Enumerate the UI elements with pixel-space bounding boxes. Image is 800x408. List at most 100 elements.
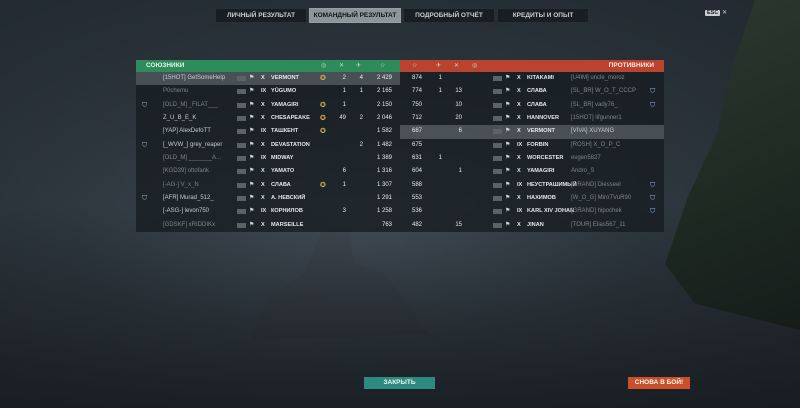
- nation-flag-icon: ⚑: [249, 208, 255, 215]
- ship-tier: X: [517, 88, 521, 95]
- nation-flag-icon: ⚑: [249, 168, 255, 175]
- ship-name: VERMONT: [527, 128, 555, 135]
- player-name[interactable]: [W_O_G] MiroTVuR90: [571, 192, 641, 205]
- nation-flag-icon: ⚑: [249, 115, 255, 122]
- xp-value: 631: [411, 155, 422, 162]
- ship-class-icon: [237, 76, 246, 81]
- enemy-row[interactable]: 604 1 ⚑ X YAMAGIRI Andro_S: [400, 165, 664, 178]
- division-icon: ⛉: [142, 101, 148, 109]
- ally-row[interactable]: P0chemu ⚑ IX YŪGUMO 1 1 2 165: [136, 85, 400, 98]
- xp-column-icon: ☆: [380, 63, 386, 69]
- ship-name: MIDWAY: [271, 155, 294, 162]
- ally-row[interactable]: [-AG-] V_x_N ⚑ X СЛАВА ✪ 1 1 307: [136, 179, 400, 192]
- ally-row[interactable]: [YAP] AlexDefoTT ⚑ IX ТАШКЕНТ ✪ 1 582: [136, 125, 400, 138]
- tab-credits-xp[interactable]: КРЕДИТЫ И ОПЫТ: [497, 8, 589, 23]
- player-name[interactable]: [VIVA] XUYANG: [571, 125, 641, 138]
- enemy-row[interactable]: 553 ⚑ X НАХИМОВ [W_O_G] MiroTVuR90 ⛉: [400, 192, 664, 205]
- player-name[interactable]: [AFR] Murad_512_: [163, 192, 238, 205]
- player-name[interactable]: Andro_S: [571, 165, 641, 178]
- ship-class-icon: [237, 156, 246, 162]
- ship-class-icon: [237, 222, 246, 228]
- xp-value: 712: [411, 115, 422, 122]
- enemy-row[interactable]: 750 10 ⚑ X СЛАВА [SL_BR] vady76_ ⛉: [400, 99, 664, 112]
- ally-row[interactable]: ⛉ [AFR] Murad_512_ ⚑ X A. НЕВСКИЙ 1 291: [136, 192, 400, 205]
- player-name[interactable]: [SL_BR] vady76_: [571, 99, 641, 112]
- close-icon[interactable]: ✕: [722, 10, 727, 16]
- player-name[interactable]: [SL_BR] W_O_T_СССР: [571, 85, 641, 98]
- xp-value: 1 307: [376, 181, 392, 188]
- player-name[interactable]: P0chemu: [163, 85, 238, 98]
- tab-detailed-report[interactable]: ПОДРОБНЫЙ ОТЧЁТ: [403, 8, 495, 23]
- ally-row[interactable]: [KGD39] ottofank ⚑ X YAMATO 6 1 316: [136, 165, 400, 178]
- ship-name: НЕУСТРАШИМЫЙ: [527, 181, 577, 188]
- ship-name: VERMONT: [271, 75, 299, 81]
- medal-column-icon: ◎: [321, 63, 327, 69]
- battle-again-button[interactable]: СНОВА В БОЙ!: [628, 377, 690, 389]
- ally-row[interactable]: ⛉ [OLD_M] _FILAT___ ⚑ X YAMAGIRI ✪ 1 2 150: [136, 99, 400, 112]
- nation-flag-icon: ⚑: [249, 221, 255, 228]
- player-name[interactable]: [GDSKF] xRIDDIKx: [163, 219, 238, 232]
- enemy-row[interactable]: 874 1 ⚑ X KITAKAMI [U4IM] uncle_moroz: [400, 72, 664, 85]
- enemy-row[interactable]: 712 20 ⚑ X HANNOVER [15HOT] lifgunner1: [400, 112, 664, 125]
- player-name[interactable]: evgen5827: [571, 152, 641, 165]
- ship-name: YAMATO: [271, 168, 295, 175]
- enemy-row[interactable]: 675 ⚑ IX FORBIN [ROSH] X_O_P_C: [400, 139, 664, 152]
- esc-key: ESC: [705, 10, 721, 16]
- ship-class-icon: [493, 76, 502, 81]
- ship-name: YAMAGIRI: [271, 101, 299, 108]
- tab-team-result[interactable]: КОМАНДНЫЙ РЕЗУЛЬТАТ: [309, 8, 401, 23]
- ship-tier: X: [517, 221, 521, 228]
- xp-value: 1 258: [376, 208, 392, 215]
- player-name[interactable]: [YAP] AlexDefoTT: [163, 125, 238, 138]
- enemy-row[interactable]: 774 1 13 ⚑ X СЛАВА [SL_BR] W_O_T_СССР ⛉: [400, 85, 664, 98]
- ally-row[interactable]: [OLD_M] _______A... ⚑ IX MIDWAY 1 389: [136, 152, 400, 165]
- tab-personal-result[interactable]: ЛИЧНЫЙ РЕЗУЛЬТАТ: [215, 8, 307, 23]
- player-name[interactable]: [OLD_M] _FILAT___: [163, 99, 238, 112]
- enemy-row[interactable]: 687 6 ⚑ X VERMONT [VIVA] XUYANG: [400, 125, 664, 139]
- medal-icon: ✪: [320, 75, 326, 82]
- nation-flag-icon: ⚑: [249, 128, 255, 135]
- close-button[interactable]: ЗАКРЫТЬ: [364, 377, 435, 389]
- nation-flag-icon: ⚑: [505, 128, 511, 135]
- enemies-panel: ☆ ✈ ✕ ◎ ПРОТИВНИКИ 874 1 ⚑ X KITAKAMI [U4IM] …: [400, 60, 664, 233]
- ally-row[interactable]: [15HOT] GetSomeHelp ⚑ X VERMONT ✪ 2 4 2 429: [136, 72, 400, 86]
- player-name[interactable]: [ROSH] X_O_P_C: [571, 139, 641, 152]
- player-name[interactable]: [OLD_M] _______A...: [163, 152, 238, 165]
- ally-row[interactable]: [GDSKF] xRIDDIKx ⚑ X MARSEILLE 763: [136, 219, 400, 232]
- player-name[interactable]: [GRAND] Diesseel: [571, 179, 641, 192]
- enemy-row[interactable]: 631 1 ⚑ X WORCESTER evgen5827: [400, 152, 664, 165]
- planes-column-icon: ✈: [436, 63, 442, 69]
- xp-value: 2 150: [376, 101, 392, 108]
- player-name[interactable]: [15HOT] lifgunner1: [571, 112, 641, 125]
- ship-class-icon: [237, 169, 246, 175]
- player-name[interactable]: Z_U_B_E_K: [163, 112, 238, 125]
- xp-value: 2 429: [376, 75, 392, 81]
- xp-value: 1 482: [376, 141, 392, 148]
- tab-bar: ЛИЧНЫЙ РЕЗУЛЬТАТ КОМАНДНЫЙ РЕЗУЛЬТАТ ПОД…: [215, 8, 589, 23]
- ally-row[interactable]: Z_U_B_E_K ⚑ X CHESAPEAKE ✪ 49 2 2 046: [136, 112, 400, 125]
- enemy-row[interactable]: 482 15 ⚑ X JINAN [TOUR] Elias567_11: [400, 219, 664, 232]
- ally-row[interactable]: [-ASG-] levon750 ⚑ IX КОРНИЛОВ 3 1 258: [136, 205, 400, 218]
- player-name[interactable]: [TOUR] Elias567_11: [571, 219, 641, 232]
- player-name[interactable]: [_WVW_] grey_reaper: [163, 139, 238, 152]
- player-name[interactable]: [15HOT] GetSomeHelp: [163, 72, 238, 85]
- esc-close[interactable]: ESC ✕: [705, 9, 727, 16]
- planes-value: 20: [455, 115, 462, 122]
- nation-flag-icon: ⚑: [249, 141, 255, 148]
- player-name[interactable]: [KGD39] ottofank: [163, 165, 238, 178]
- division-icon: ⛉: [650, 101, 656, 109]
- ship-name: СЛАВА: [527, 88, 547, 95]
- player-name[interactable]: [-ASG-] levon750: [163, 205, 238, 218]
- enemy-row[interactable]: 588 ⚑ IX НЕУСТРАШИМЫЙ [GRAND] Diesseel ⛉: [400, 179, 664, 192]
- xp-value: 687: [411, 128, 422, 135]
- ship-class-icon: [237, 129, 246, 135]
- xp-value: 553: [411, 195, 422, 202]
- ally-row[interactable]: ⛉ [_WVW_] grey_reaper ⚑ X DEVASTATION 2 1 482: [136, 139, 400, 152]
- enemy-row[interactable]: 536 ⚑ IX KARL XIV JOHAN [GRAND] hipochek ⛉: [400, 205, 664, 218]
- nation-flag-icon: ⚑: [505, 181, 511, 188]
- player-name[interactable]: [U4IM] uncle_moroz: [571, 72, 641, 85]
- xp-value: 604: [411, 168, 422, 175]
- player-name[interactable]: [-AG-] V_x_N: [163, 179, 238, 192]
- xp-value: 482: [411, 221, 422, 228]
- player-name[interactable]: [GRAND] hipochek: [571, 205, 641, 218]
